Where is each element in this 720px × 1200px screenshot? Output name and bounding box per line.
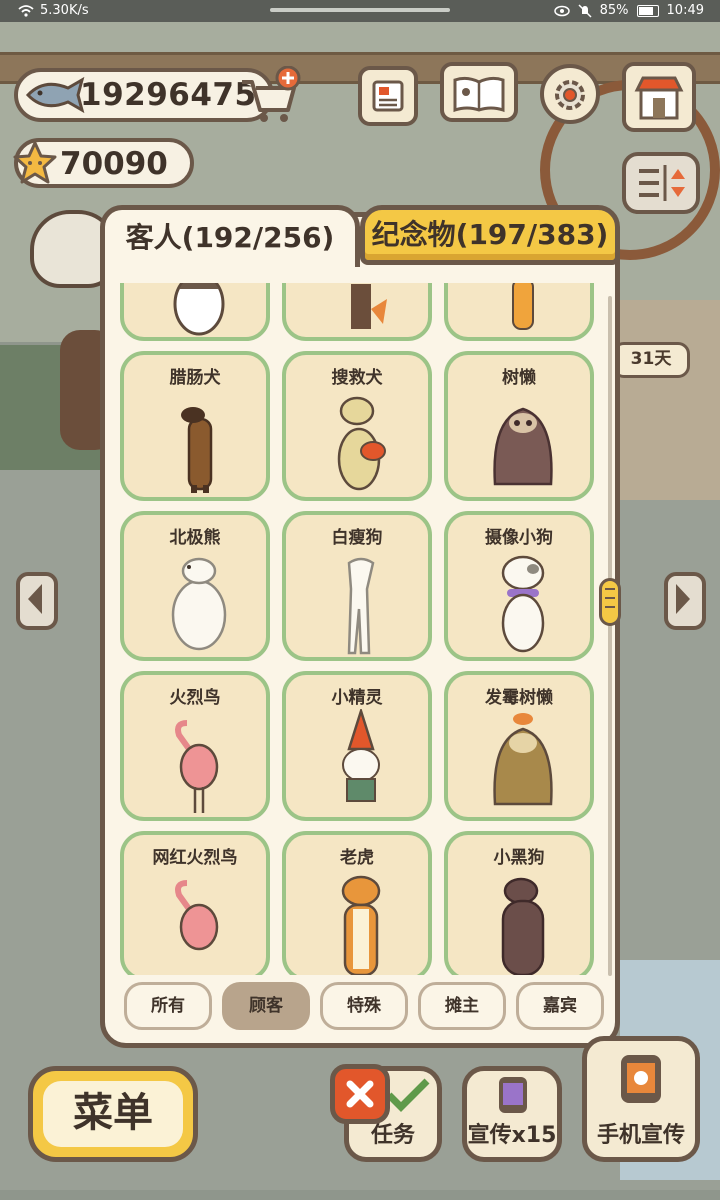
close-icon [346, 1080, 374, 1108]
previous-page-button[interactable] [16, 572, 58, 630]
clock: 10:49 [666, 3, 704, 18]
tiger-icon [341, 875, 381, 975]
shop-icon [634, 76, 684, 120]
fish-currency: 19296475 [14, 68, 274, 122]
guest-card-flamingo[interactable]: 火烈鸟 [120, 671, 270, 821]
promote-button[interactable]: 宣传x15 [462, 1066, 562, 1162]
battery-percent: 85% [599, 3, 629, 18]
white-thin-dog-icon [347, 557, 375, 655]
newspaper-button[interactable] [358, 66, 418, 126]
guest-grid[interactable]: 腊肠犬 搜救犬 树懒 北极熊 白瘦狗 摄像小狗 火烈鸟 小精灵 发霉树懒 网红火… [118, 283, 598, 975]
arrow-right-icon [676, 584, 690, 614]
guest-card-rescue-dog[interactable]: 搜救犬 [282, 351, 432, 501]
filter-guest[interactable]: 嘉宾 [516, 982, 604, 1030]
filter-bar: 所有 顾客 特殊 摊主 嘉宾 [118, 978, 608, 1034]
grid-scroll-track[interactable] [608, 296, 612, 976]
elf-gnome-icon [342, 709, 380, 802]
next-page-button[interactable] [664, 572, 706, 630]
guest-card-moldy-sloth[interactable]: 发霉树懒 [444, 671, 594, 821]
guest-card-penguin[interactable] [120, 283, 270, 341]
mute-icon [578, 3, 592, 18]
black-dog-icon [501, 877, 545, 975]
promo-phone-icon [621, 1055, 661, 1103]
settings-gear-icon [555, 80, 585, 110]
tab-souvenirs[interactable]: 纪念物(197/383) [360, 205, 620, 265]
guest-card-elf[interactable]: 小精灵 [282, 671, 432, 821]
camera-puppy-icon [501, 555, 545, 653]
status-bar: 5.30K/s 85% 10:49 [0, 0, 720, 22]
guest-card-cat[interactable] [444, 283, 594, 341]
eye-icon [553, 5, 570, 16]
influencer-flamingo-icon [175, 880, 219, 951]
fish-icon [25, 76, 85, 114]
network-speed: 5.30K/s [40, 3, 89, 18]
menu-button[interactable]: 菜单 [28, 1066, 198, 1162]
guest-card-fox[interactable] [282, 283, 432, 341]
polar-bear-icon [171, 557, 227, 651]
filter-vendor[interactable]: 摊主 [418, 982, 506, 1030]
tab-guests[interactable]: 客人(192/256) [100, 205, 360, 267]
orange-cat-icon [512, 283, 534, 330]
star-icon [13, 141, 57, 184]
battery-icon [636, 4, 659, 17]
guest-card-influencer-flamingo[interactable]: 网红火烈鸟 [120, 831, 270, 975]
filter-customer[interactable]: 顾客 [222, 982, 310, 1030]
star-amount: 70090 [60, 146, 168, 182]
guest-card-tiger[interactable]: 老虎 [282, 831, 432, 975]
sloth-icon [493, 407, 553, 486]
layout-toggle-icon [639, 165, 685, 201]
grid-scrollbar[interactable] [599, 578, 621, 626]
guest-card-dachshund[interactable]: 腊肠犬 [120, 351, 270, 501]
guest-card-polar-bear[interactable]: 北极熊 [120, 511, 270, 661]
filter-special[interactable]: 特殊 [320, 982, 408, 1030]
promo-phone-icon [499, 1077, 527, 1113]
penguin-icon [173, 283, 225, 336]
recipe-book-button[interactable] [440, 62, 518, 122]
guest-card-white-thin-dog[interactable]: 白瘦狗 [282, 511, 432, 661]
filter-all[interactable]: 所有 [124, 982, 212, 1030]
close-panel-button[interactable] [330, 1064, 390, 1124]
guest-card-camera-puppy[interactable]: 摄像小狗 [444, 511, 594, 661]
recipe-book-icon [453, 76, 505, 113]
rescue-dog-icon [337, 396, 386, 491]
wifi-icon [18, 4, 34, 17]
dachshund-icon [181, 407, 213, 493]
phone-promote-label: 手机宣传 [596, 1123, 685, 1148]
fish-amount: 19296475 [80, 77, 257, 113]
guest-card-little-black-dog[interactable]: 小黑狗 [444, 831, 594, 975]
gesture-pill [270, 8, 450, 12]
arrow-left-icon [28, 584, 42, 614]
layout-toggle-button[interactable] [622, 152, 700, 214]
promote-label: 宣传x15 [467, 1123, 557, 1148]
newspaper-icon [372, 80, 404, 112]
days-tag: 31天 [612, 342, 690, 378]
settings-button[interactable] [540, 64, 600, 124]
moldy-sloth-icon [493, 713, 553, 806]
task-check-icon [386, 1078, 430, 1112]
guest-card-sloth[interactable]: 树懒 [444, 351, 594, 501]
cart-add-icon[interactable] [238, 66, 302, 126]
phone-promote-button[interactable]: 手机宣传 [582, 1036, 700, 1162]
fox-suit-icon [351, 284, 387, 329]
right-counter [614, 300, 720, 500]
shop-button[interactable] [622, 62, 696, 132]
menu-label: 菜单 [43, 1081, 183, 1147]
flamingo-icon [175, 720, 219, 813]
